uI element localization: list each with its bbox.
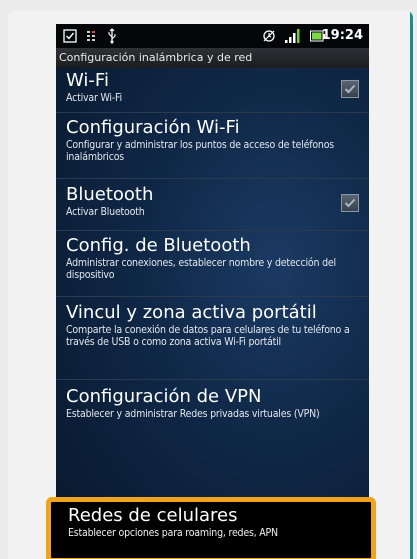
vpn-settings-item[interactable]: Configuración de VPN Establecer y admini… — [56, 386, 369, 446]
alarm-icon — [261, 28, 277, 44]
status-time: 19:24 — [321, 28, 363, 43]
item-title: Redes de celulares — [68, 505, 238, 526]
divider — [56, 112, 369, 113]
mobile-networks-item[interactable]: Redes de celulares Establecer opciones p… — [46, 497, 376, 559]
item-title: Vincul y zona activa portátil — [66, 302, 317, 323]
divider — [56, 178, 369, 179]
screenshot-frame: 19:24 Configuración inalámbrica y de red… — [8, 10, 413, 559]
item-title: Bluetooth — [66, 184, 154, 205]
divider — [56, 379, 369, 380]
status-bar: 19:24 — [56, 24, 369, 48]
divider — [56, 230, 369, 231]
item-subtitle: Activar Bluetooth — [66, 206, 145, 218]
item-title: Configuración Wi-Fi — [66, 117, 240, 138]
frame-accent-bar — [410, 10, 413, 559]
wifi-checkbox[interactable] — [341, 80, 359, 98]
item-title: Config. de Bluetooth — [66, 235, 251, 256]
item-subtitle: Activar Wi-Fi — [66, 92, 122, 104]
item-subtitle: Comparte la conexión de datos para celul… — [66, 324, 350, 348]
item-subtitle: Establecer y administrar Redes privadas … — [66, 408, 320, 420]
item-title: Configuración de VPN — [66, 386, 262, 407]
tethering-item[interactable]: Vincul y zona activa portátil Comparte l… — [56, 302, 369, 376]
bluetooth-checkbox[interactable] — [341, 194, 359, 212]
checkbox-icon — [62, 28, 78, 44]
wifi-item[interactable]: Wi-Fi Activar Wi-Fi — [56, 70, 369, 110]
bluetooth-settings-item[interactable]: Config. de Bluetooth Administrar conexio… — [56, 235, 369, 295]
settings-list: Wi-Fi Activar Wi-Fi Configuración Wi-Fi … — [56, 68, 369, 559]
screen-title: Configuración inalámbrica y de red — [56, 48, 369, 68]
bars-icon — [86, 28, 98, 44]
item-title: Wi-Fi — [66, 70, 109, 91]
item-subtitle: Configurar y administrar los puntos de a… — [66, 139, 334, 163]
bluetooth-item[interactable]: Bluetooth Activar Bluetooth — [56, 184, 369, 224]
item-subtitle: Administrar conexiones, establecer nombr… — [66, 257, 336, 281]
wifi-settings-item[interactable]: Configuración Wi-Fi Configurar y adminis… — [56, 117, 369, 177]
usb-icon — [106, 28, 118, 44]
phone-screen: 19:24 Configuración inalámbrica y de red… — [56, 24, 369, 559]
signal-icon — [284, 28, 302, 44]
item-subtitle: Establecer opciones para roaming, redes,… — [68, 527, 278, 539]
divider — [56, 296, 369, 297]
mobile-networks-content: Redes de celulares Establecer opciones p… — [51, 505, 364, 555]
